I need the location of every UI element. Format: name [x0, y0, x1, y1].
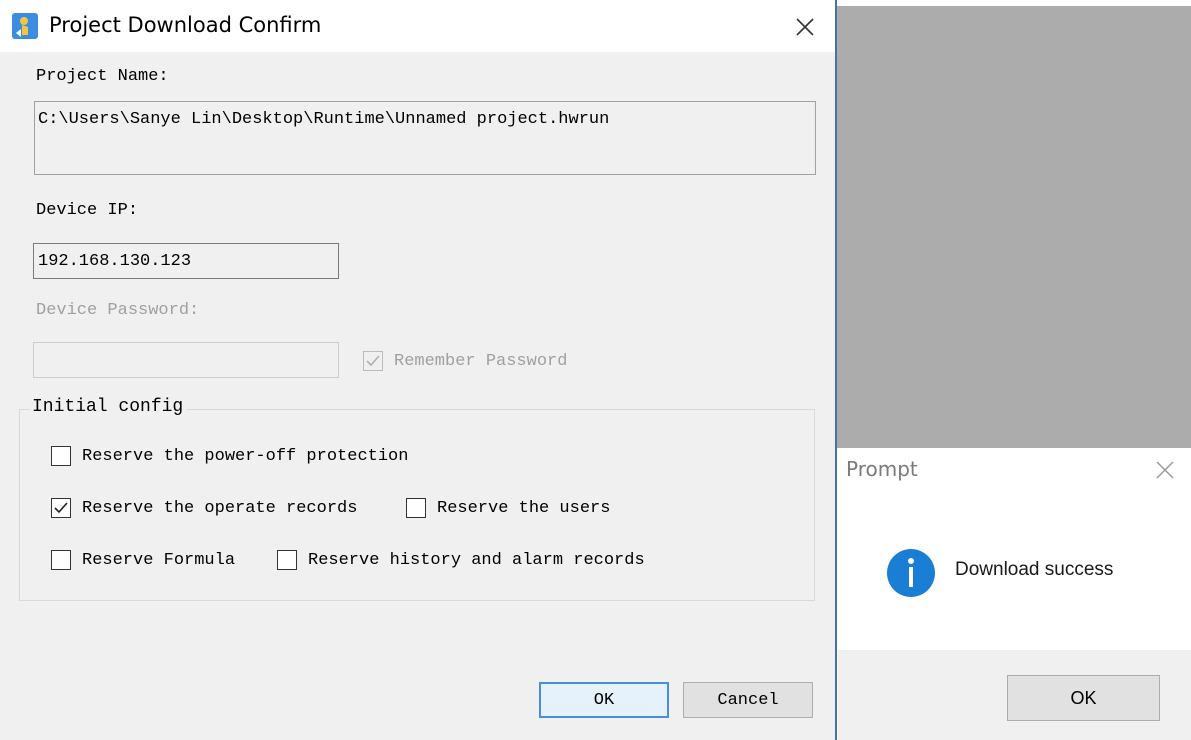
power-off-protection-label: Reserve the power-off protection: [82, 447, 409, 466]
project-path-value: C:\Users\Sanye Lin\Desktop\Runtime\Unnam…: [38, 110, 610, 129]
checkmark-icon: [54, 502, 68, 514]
device-ip-input[interactable]: [33, 243, 339, 279]
ok-button[interactable]: OK: [539, 682, 669, 718]
reserve-users-checkbox[interactable]: [406, 498, 426, 518]
project-name-label: Project Name:: [36, 67, 169, 86]
close-icon[interactable]: [1152, 457, 1178, 483]
reserve-formula-checkbox[interactable]: [51, 550, 71, 570]
app-icon: [12, 13, 38, 39]
reserve-users-label: Reserve the users: [437, 499, 611, 518]
device-ip-label: Device IP:: [36, 201, 139, 220]
project-download-dialog: Project Download Confirm Project Name: C…: [0, 0, 837, 740]
close-icon[interactable]: [790, 12, 820, 42]
prompt-footer: OK: [838, 650, 1191, 740]
dialog-titlebar: Project Download Confirm: [0, 0, 836, 52]
history-alarm-records-checkbox[interactable]: [277, 550, 297, 570]
operate-records-checkbox[interactable]: [51, 498, 71, 518]
prompt-ok-button[interactable]: OK: [1007, 675, 1160, 721]
power-off-protection-checkbox[interactable]: [51, 446, 71, 466]
prompt-title: Prompt: [846, 457, 918, 481]
initial-config-title: Initial config: [30, 397, 188, 417]
history-alarm-records-label: Reserve history and alarm records: [308, 551, 645, 570]
remember-password-label: Remember Password: [394, 352, 568, 371]
checkmark-icon: [366, 355, 380, 367]
background-window: [837, 6, 1191, 448]
device-password-label: Device Password:: [36, 301, 200, 320]
project-path-field[interactable]: C:\Users\Sanye Lin\Desktop\Runtime\Unnam…: [34, 101, 816, 175]
prompt-message: Download success: [955, 559, 1114, 580]
prompt-dialog: Prompt Download success OK: [838, 448, 1191, 740]
device-password-input[interactable]: [33, 342, 339, 378]
cancel-button[interactable]: Cancel: [683, 682, 813, 718]
dialog-title: Project Download Confirm: [49, 13, 322, 37]
reserve-formula-label: Reserve Formula: [82, 551, 236, 570]
operate-records-label: Reserve the operate records: [82, 499, 358, 518]
remember-password-checkbox[interactable]: [363, 351, 383, 371]
info-icon: [887, 549, 935, 597]
